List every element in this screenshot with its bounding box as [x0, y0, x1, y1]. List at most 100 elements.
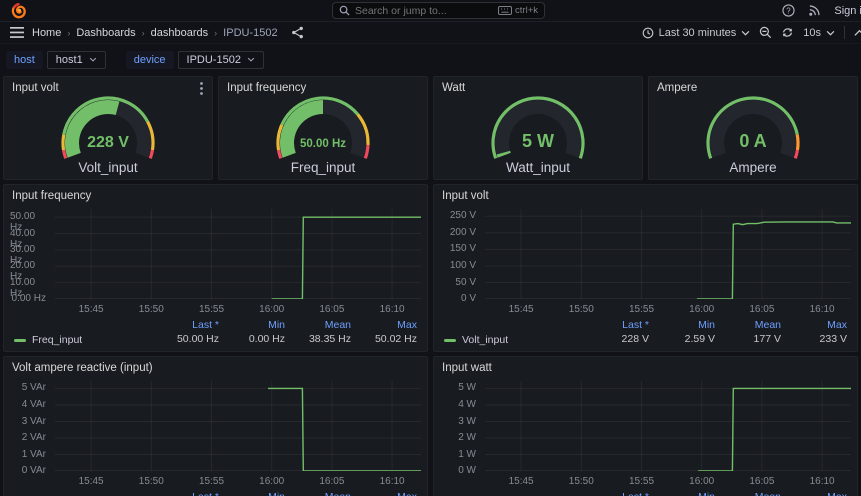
x-tick-label: 16:05: [319, 476, 345, 487]
chart-legend: Last * Min Mean Max: [14, 491, 417, 496]
legend-swatch: [14, 338, 26, 342]
legend-stat-header[interactable]: Min: [235, 491, 285, 496]
chevron-down-icon: [247, 57, 255, 62]
legend-stat-header[interactable]: Mean: [301, 491, 351, 496]
series-line: [268, 387, 421, 471]
gauge-arc: 0 A: [706, 96, 800, 159]
variable-host: host host1: [6, 50, 106, 69]
x-axis: 15:45 15:50 15:55 16:00 16:05 16:10: [485, 473, 851, 487]
breadcrumb-dashboards[interactable]: Dashboards: [76, 27, 135, 39]
legend-stat-value: 233 V: [819, 333, 847, 345]
panel-menu-kebab-icon[interactable]: [194, 81, 208, 95]
y-tick-label: 100 V: [449, 259, 476, 271]
legend-series-toggle[interactable]: Freq_input: [14, 334, 82, 346]
y-tick-label: 2 W: [458, 432, 476, 443]
chart-plot-area[interactable]: [55, 381, 421, 471]
chart-legend: Volt_input Last * Min Mean Max 228 V 2.59 V 177…: [444, 319, 847, 349]
legend-stat-header[interactable]: Min: [235, 319, 285, 331]
gauge-arc: 228 V: [61, 96, 155, 159]
legend-stat-header[interactable]: Min: [665, 319, 715, 331]
breadcrumb-home[interactable]: Home: [32, 27, 61, 39]
legend-stat-value: 177 V: [753, 333, 781, 345]
chart-svg: [55, 209, 421, 299]
x-tick-label: 15:50: [138, 476, 164, 487]
zoom-out-time-icon[interactable]: [759, 26, 772, 39]
legend-stats: Last * Min Mean Max 228 V 2.59 V 177 V 233 V: [599, 319, 847, 345]
y-tick-label: 3 W: [458, 415, 476, 427]
dashboard-variables-bar: host host1 device IPDU-1502: [0, 44, 861, 75]
legend-stat-header[interactable]: Last *: [169, 319, 219, 331]
legend-stat-header[interactable]: Max: [797, 319, 847, 331]
search-input[interactable]: [355, 4, 494, 17]
x-tick-label: 16:10: [379, 476, 405, 487]
y-axis: 0 VAr 1 VAr 2 VAr 3 VAr 4 VAr 5 VAr: [10, 381, 52, 476]
y-tick-label: 1 VAr: [21, 448, 46, 460]
panel-title[interactable]: Input volt: [434, 185, 857, 205]
gauge-value: 50.00 Hz: [300, 138, 346, 150]
grafana-logo-icon[interactable]: [10, 2, 27, 19]
panel-title[interactable]: Ampere: [649, 77, 857, 97]
legend-stat-header[interactable]: Last *: [169, 491, 219, 496]
x-axis: 15:45 15:50 15:55 16:00 16:05 16:10: [55, 473, 421, 487]
y-tick-label: 2 VAr: [21, 432, 46, 443]
refresh-interval-label: 10s: [803, 26, 821, 39]
clock-icon: [642, 27, 653, 38]
sign-in-button[interactable]: Sign in: [834, 5, 861, 17]
legend-stats: Last * Min Mean Max: [599, 491, 847, 496]
chart-plot-area[interactable]: [485, 381, 851, 471]
x-tick-label: 15:45: [78, 304, 104, 315]
breadcrumb-separator: ›: [67, 27, 71, 38]
panel-watt-gauge: Watt 5 W Watt_input: [433, 76, 643, 180]
legend-stat-header[interactable]: Mean: [731, 319, 781, 331]
legend-stat-header[interactable]: Last *: [599, 491, 649, 496]
chart-plot-area[interactable]: [55, 209, 421, 299]
chevron-up-icon[interactable]: [854, 29, 861, 37]
gauge: 228 V Volt_input: [4, 95, 212, 175]
legend-stat-header[interactable]: Min: [665, 491, 715, 496]
panel-title[interactable]: Input watt: [434, 357, 857, 377]
panel-title[interactable]: Input frequency: [4, 185, 427, 205]
panel-title[interactable]: Input volt: [4, 77, 212, 97]
menu-hamburger-icon[interactable]: [10, 27, 24, 38]
refresh-interval-picker[interactable]: 10s: [803, 27, 835, 39]
breadcrumb-folder[interactable]: dashboards: [151, 27, 209, 39]
y-tick-label: 3 VAr: [21, 415, 46, 427]
breadcrumb: Home › Dashboards › dashboards › IPDU-15…: [32, 26, 304, 39]
panel-title[interactable]: Input frequency: [219, 77, 427, 97]
legend-swatch: [444, 338, 456, 342]
legend-stat-header[interactable]: Mean: [301, 319, 351, 331]
legend-stat-value: 228 V: [621, 333, 649, 345]
panel-title[interactable]: Watt: [434, 77, 642, 97]
x-tick-label: 15:55: [628, 304, 655, 315]
variable-device-select[interactable]: IPDU-1502: [177, 50, 264, 69]
legend-stat-header[interactable]: Max: [367, 491, 417, 496]
legend-stat-header[interactable]: Last *: [599, 319, 649, 331]
chart-legend: Last * Min Mean Max: [444, 491, 847, 496]
time-range-picker[interactable]: Last 30 minutes: [642, 27, 751, 39]
time-range-label: Last 30 minutes: [658, 26, 737, 39]
legend-stat-header[interactable]: Max: [367, 319, 417, 331]
x-tick-label: 15:55: [198, 304, 225, 315]
share-dashboard-icon[interactable]: [291, 26, 304, 39]
search-bar[interactable]: ctrl+k: [332, 2, 545, 19]
panel-title[interactable]: Volt ampere reactive (input): [4, 357, 427, 377]
variable-host-label: host: [6, 50, 43, 69]
legend-stat-header[interactable]: Mean: [731, 491, 781, 496]
x-tick-label: 15:45: [78, 476, 104, 487]
x-tick-label: 16:05: [319, 304, 345, 315]
gauge-value: 0 A: [739, 131, 766, 151]
x-tick-label: 16:00: [689, 476, 715, 487]
variable-host-select[interactable]: host1: [46, 50, 106, 69]
legend-stat-value: 50.02 Hz: [374, 333, 417, 345]
x-tick-label: 15:45: [508, 476, 534, 487]
x-tick-label: 16:05: [749, 476, 775, 487]
y-tick-label: 0 VAr: [21, 465, 46, 476]
chart-plot-area[interactable]: [485, 209, 851, 299]
toolbar-divider: [844, 26, 845, 39]
legend-series-toggle[interactable]: Volt_input: [444, 334, 508, 346]
help-icon[interactable]: ?: [782, 4, 795, 17]
refresh-icon[interactable]: [781, 26, 794, 39]
panel-ampere-gauge: Ampere 0 A Ampere: [648, 76, 858, 180]
legend-stat-header[interactable]: Max: [797, 491, 847, 496]
news-rss-icon[interactable]: [808, 4, 821, 17]
